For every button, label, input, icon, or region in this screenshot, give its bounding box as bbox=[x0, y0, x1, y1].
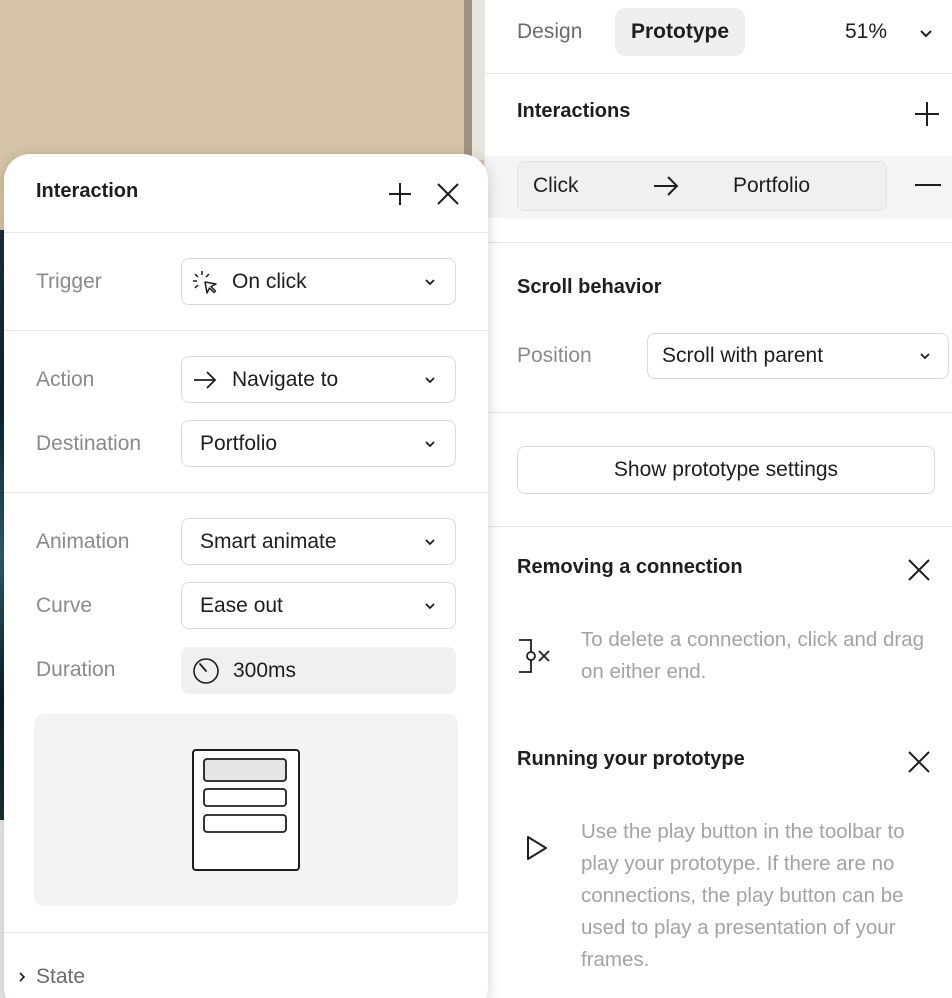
running-prototype-text: Use the play button in the toolbar to pl… bbox=[581, 820, 905, 971]
duration-value: 300ms bbox=[233, 659, 297, 682]
chevron-down-icon bbox=[425, 377, 435, 384]
position-select[interactable]: Scroll with parent bbox=[647, 333, 949, 379]
destination-label: Destination bbox=[36, 432, 142, 455]
chevron-down-icon[interactable] bbox=[917, 24, 935, 42]
play-icon bbox=[527, 836, 547, 860]
interaction-modal: Interaction Trigger On click Action Navi… bbox=[4, 154, 488, 998]
animation-preview bbox=[34, 714, 458, 906]
divider bbox=[4, 232, 488, 233]
tab-design[interactable]: Design bbox=[501, 8, 598, 56]
curve-label: Curve bbox=[36, 594, 93, 617]
canvas-frame-edge bbox=[464, 0, 472, 160]
chevron-down-icon bbox=[920, 353, 930, 360]
divider bbox=[4, 330, 488, 331]
curve-value: Ease out bbox=[200, 594, 283, 617]
divider bbox=[485, 412, 952, 413]
chevron-down-icon bbox=[425, 603, 435, 610]
position-label: Position bbox=[517, 344, 592, 367]
chevron-right-icon bbox=[19, 972, 26, 982]
canvas-frame-edge-light bbox=[472, 0, 484, 160]
arrow-right-icon bbox=[194, 371, 217, 389]
cursor-click-icon bbox=[193, 271, 217, 294]
animation-value: Smart animate bbox=[200, 530, 337, 553]
close-icon[interactable] bbox=[905, 556, 933, 584]
running-prototype-title: Running your prototype bbox=[517, 748, 745, 770]
remove-connection-text: To delete a connection, click and drag o… bbox=[581, 628, 925, 683]
destination-value: Portfolio bbox=[200, 432, 278, 455]
chevron-down-icon bbox=[425, 441, 435, 448]
trigger-label: Trigger bbox=[36, 270, 102, 293]
destination-select[interactable]: Portfolio bbox=[181, 420, 456, 467]
add-interaction-icon[interactable] bbox=[913, 100, 941, 128]
duration-input[interactable]: 300ms bbox=[181, 647, 456, 694]
trigger-select[interactable]: On click bbox=[181, 258, 456, 305]
animation-label: Animation bbox=[36, 530, 130, 553]
animation-select[interactable]: Smart animate bbox=[181, 518, 456, 565]
divider bbox=[485, 526, 952, 527]
interaction-destination: Portfolio bbox=[733, 174, 811, 197]
duration-label: Duration bbox=[36, 658, 116, 681]
modal-title: Interaction bbox=[36, 180, 139, 202]
chevron-down-icon bbox=[425, 539, 435, 546]
show-prototype-settings-button[interactable]: Show prototype settings bbox=[517, 446, 935, 494]
trigger-value: On click bbox=[232, 270, 307, 293]
timer-icon bbox=[193, 658, 219, 684]
remove-connection-title: Removing a connection bbox=[517, 556, 743, 578]
interactions-title: Interactions bbox=[517, 100, 631, 122]
state-section[interactable]: State bbox=[4, 932, 488, 998]
arrow-right-icon bbox=[654, 176, 679, 196]
remove-interaction-icon[interactable] bbox=[915, 184, 941, 186]
close-icon[interactable] bbox=[436, 182, 460, 206]
curve-select[interactable]: Ease out bbox=[181, 582, 456, 629]
divider bbox=[4, 492, 488, 493]
interaction-chip[interactable]: Click Portfolio bbox=[517, 161, 887, 211]
close-icon[interactable] bbox=[905, 748, 933, 776]
divider bbox=[485, 242, 952, 243]
action-value: Navigate to bbox=[232, 368, 339, 391]
add-icon[interactable] bbox=[388, 182, 412, 206]
zoom-level[interactable]: 51% bbox=[845, 8, 887, 56]
scroll-behavior-title: Scroll behavior bbox=[517, 276, 662, 298]
tab-prototype[interactable]: Prototype bbox=[615, 8, 746, 56]
interaction-trigger: Click bbox=[533, 174, 579, 197]
chevron-down-icon bbox=[425, 279, 435, 286]
panel-tabs: Design Prototype 51% bbox=[485, 0, 952, 74]
action-label: Action bbox=[36, 368, 95, 391]
position-value: Scroll with parent bbox=[662, 344, 824, 367]
properties-panel: Design Prototype 51% Interactions Click … bbox=[484, 0, 952, 998]
interaction-list-item[interactable]: Click Portfolio bbox=[485, 156, 952, 218]
connection-icon bbox=[519, 639, 550, 673]
action-select[interactable]: Navigate to bbox=[181, 356, 456, 403]
frame-preview-icon bbox=[192, 749, 300, 871]
state-label: State bbox=[36, 965, 86, 988]
